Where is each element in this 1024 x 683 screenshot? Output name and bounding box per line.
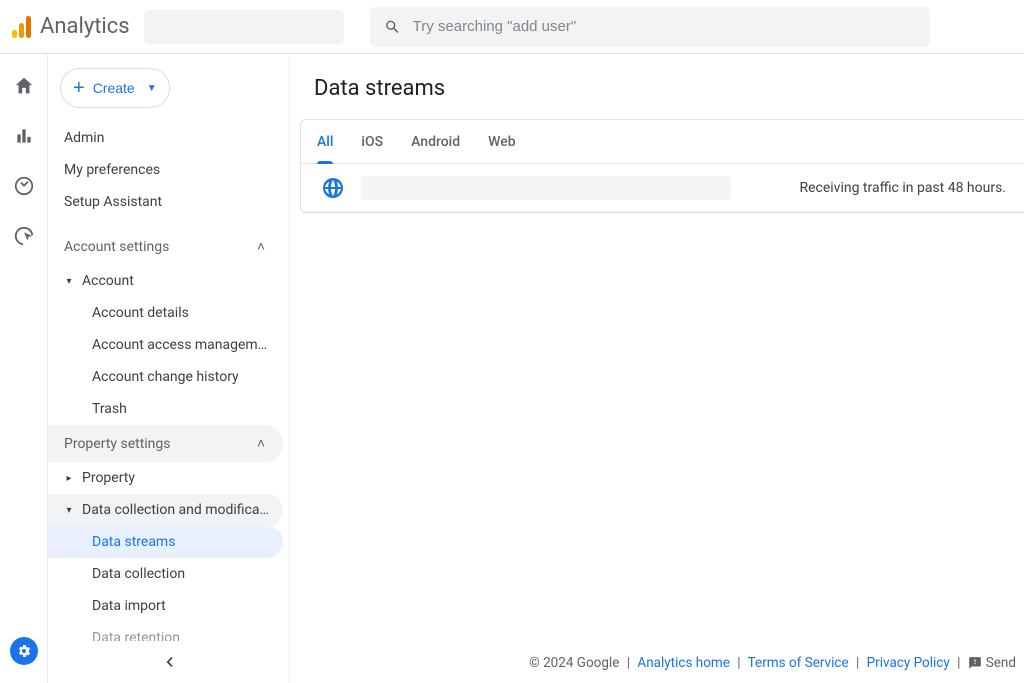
- tree-account-details[interactable]: Account details: [48, 297, 283, 329]
- bar-chart-icon: [14, 126, 34, 146]
- chevron-up-icon: ˄: [257, 238, 265, 255]
- home-icon: [13, 75, 35, 97]
- caret-right-icon: ▸: [64, 473, 74, 484]
- tree-property[interactable]: ▸ Property: [48, 462, 283, 494]
- stream-name-placeholder: [361, 176, 731, 200]
- footer-link-analytics-home[interactable]: Analytics home: [637, 655, 730, 671]
- page-title: Data streams: [290, 54, 1024, 119]
- section-label: Account settings: [64, 239, 169, 255]
- tree-data-collection-group[interactable]: ▾ Data collection and modifica…: [48, 494, 283, 526]
- left-rail: [0, 54, 48, 683]
- footer: © 2024 Google | Analytics home | Terms o…: [290, 645, 1024, 683]
- collapse-sidenav[interactable]: [48, 641, 289, 683]
- web-stream-icon: [319, 174, 347, 202]
- chevron-up-icon: ˄: [257, 435, 265, 452]
- rail-advertising[interactable]: [12, 224, 36, 248]
- rail-reports[interactable]: [12, 124, 36, 148]
- stream-row[interactable]: Receiving traffic in past 48 hours.: [301, 164, 1024, 212]
- logo: Analytics: [12, 14, 130, 39]
- tree-account-access[interactable]: Account access managem…: [48, 329, 283, 361]
- tree-account-history[interactable]: Account change history: [48, 361, 283, 393]
- footer-copyright: © 2024 Google: [529, 655, 619, 671]
- rail-admin[interactable]: [10, 637, 38, 665]
- feedback-icon: [968, 656, 982, 670]
- tab-web[interactable]: Web: [488, 120, 515, 163]
- main-content: Data streams All iOS Android Web Receivi…: [290, 54, 1024, 683]
- caret-down-icon: ▾: [64, 276, 74, 287]
- tab-android[interactable]: Android: [411, 120, 460, 163]
- analytics-logo-icon: [12, 16, 32, 38]
- tree-trash[interactable]: Trash: [48, 393, 283, 425]
- search-icon: [384, 18, 401, 36]
- search-bar[interactable]: [370, 7, 930, 47]
- create-button[interactable]: + Create ▼: [60, 68, 170, 108]
- chevron-left-icon: [159, 652, 179, 672]
- tree-account[interactable]: ▾ Account: [48, 265, 283, 297]
- footer-send-feedback[interactable]: Send: [968, 655, 1016, 671]
- plus-icon: +: [73, 78, 85, 98]
- stream-status: Receiving traffic in past 48 hours.: [799, 180, 1006, 196]
- globe-icon: [321, 176, 345, 200]
- tab-all[interactable]: All: [317, 120, 333, 163]
- section-account-settings[interactable]: Account settings ˄: [48, 228, 283, 265]
- tree-data-streams[interactable]: Data streams: [48, 526, 283, 558]
- cursor-circle-icon: [13, 225, 35, 247]
- search-input[interactable]: [413, 18, 916, 35]
- target-icon: [13, 175, 35, 197]
- create-button-label: Create: [93, 80, 135, 96]
- product-name: Analytics: [40, 14, 130, 39]
- tree-data-import[interactable]: Data import: [48, 590, 283, 622]
- rail-explore[interactable]: [12, 174, 36, 198]
- rail-home[interactable]: [12, 74, 36, 98]
- app-header: Analytics: [0, 0, 1024, 54]
- platform-tabs: All iOS Android Web: [301, 120, 1024, 164]
- admin-sidenav: + Create ▼ Admin My preferences Setup As…: [48, 54, 290, 683]
- section-label: Property settings: [64, 436, 171, 452]
- nav-admin[interactable]: Admin: [48, 122, 289, 154]
- account-selector[interactable]: [144, 10, 344, 44]
- tree-data-retention[interactable]: Data retention: [48, 622, 283, 641]
- caret-down-icon: ▾: [64, 505, 74, 516]
- tab-ios[interactable]: iOS: [361, 120, 383, 163]
- footer-link-terms[interactable]: Terms of Service: [748, 655, 849, 671]
- tree-data-collection[interactable]: Data collection: [48, 558, 283, 590]
- streams-card: All iOS Android Web Receiving traffic in…: [300, 119, 1024, 213]
- gear-icon: [16, 643, 32, 659]
- chevron-down-icon: ▼: [147, 83, 157, 94]
- footer-link-privacy[interactable]: Privacy Policy: [867, 655, 950, 671]
- nav-my-preferences[interactable]: My preferences: [48, 154, 289, 186]
- section-property-settings[interactable]: Property settings ˄: [48, 425, 283, 462]
- nav-setup-assistant[interactable]: Setup Assistant: [48, 186, 289, 218]
